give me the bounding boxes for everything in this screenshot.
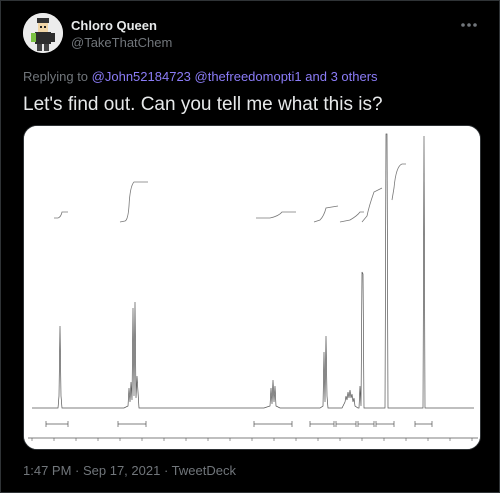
tweet-date[interactable]: Sep 17, 2021 bbox=[83, 463, 160, 478]
tweet: Chloro Queen @TakeThatChem Replying to @… bbox=[0, 0, 500, 493]
tweet-client: TweetDeck bbox=[171, 463, 236, 478]
footer-separator: · bbox=[71, 463, 83, 478]
author-display-name[interactable]: Chloro Queen bbox=[71, 17, 172, 34]
replying-to: Replying to @John52184723 @thefreedomopt… bbox=[23, 69, 378, 84]
author-names: Chloro Queen @TakeThatChem bbox=[71, 17, 172, 51]
tweet-media-image[interactable] bbox=[23, 125, 481, 450]
author-handle[interactable]: @TakeThatChem bbox=[71, 34, 172, 51]
more-options-icon[interactable] bbox=[457, 15, 481, 35]
footer-separator: · bbox=[160, 463, 172, 478]
tweet-timestamp[interactable]: 1:47 PM · Sep 17, 2021 · TweetDeck bbox=[23, 463, 236, 478]
replying-to-label: Replying to bbox=[23, 69, 89, 84]
reply-mentions-link[interactable]: @John52184723 @thefreedomopti1 and 3 oth… bbox=[92, 69, 378, 84]
nmr-spectrum-image bbox=[24, 126, 480, 449]
tweet-header: Chloro Queen @TakeThatChem bbox=[23, 13, 487, 63]
avatar[interactable] bbox=[23, 13, 63, 53]
tweet-time[interactable]: 1:47 PM bbox=[23, 463, 71, 478]
tweet-text: Let's find out. Can you tell me what thi… bbox=[23, 94, 383, 115]
